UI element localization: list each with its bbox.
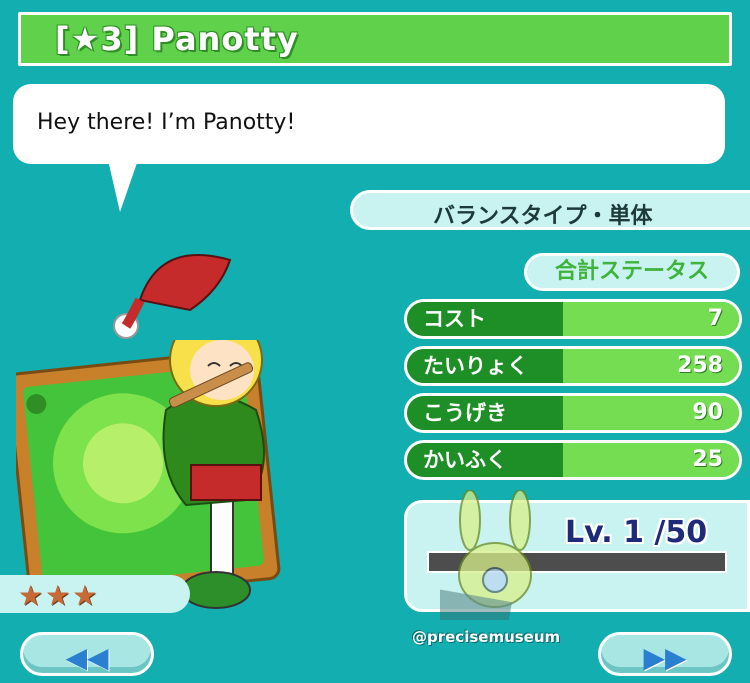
stat-row-attack: こうげき 90 (404, 393, 742, 433)
next-button[interactable]: ▶▶ (598, 632, 732, 676)
stat-label: たいりょく (407, 349, 563, 383)
stat-row-hp: たいりょく 258 (404, 346, 742, 386)
total-status-label: 合計ステータス (524, 253, 740, 291)
speech-bubble: Hey there! I’m Panotty! (13, 84, 725, 164)
type-label: バランスタイプ・単体 (433, 204, 653, 229)
stat-label: かいふく (407, 443, 563, 477)
speech-bubble-tail (108, 160, 138, 212)
fast-forward-icon: ▶▶ (643, 641, 687, 674)
stat-label: コスト (407, 302, 563, 336)
type-banner: バランスタイプ・単体 (350, 190, 750, 230)
stat-value: 25 (692, 447, 723, 472)
rewind-icon: ◀◀ (65, 641, 109, 674)
santa-hat (113, 254, 232, 339)
previous-button[interactable]: ◀◀ (20, 632, 154, 676)
card-title: [★3] Panotty (55, 20, 299, 58)
mascot-watermark (440, 490, 532, 620)
stat-value: 7 (707, 306, 723, 331)
rarity-panel: ★★★ (0, 575, 190, 613)
dialog-text: Hey there! I’m Panotty! (37, 110, 296, 135)
stat-value: 90 (692, 400, 723, 425)
stat-row-cost: コスト 7 (404, 299, 742, 339)
title-bar: [★3] Panotty (18, 12, 732, 66)
stat-label: こうげき (407, 396, 563, 430)
watermark-text: @precisemuseum (412, 628, 561, 646)
level-text: Lv. 1 /50 (565, 515, 708, 550)
stat-row-recovery: かいふく 25 (404, 440, 742, 480)
rarity-stars: ★★★ (18, 579, 100, 612)
stat-value: 258 (677, 353, 723, 378)
